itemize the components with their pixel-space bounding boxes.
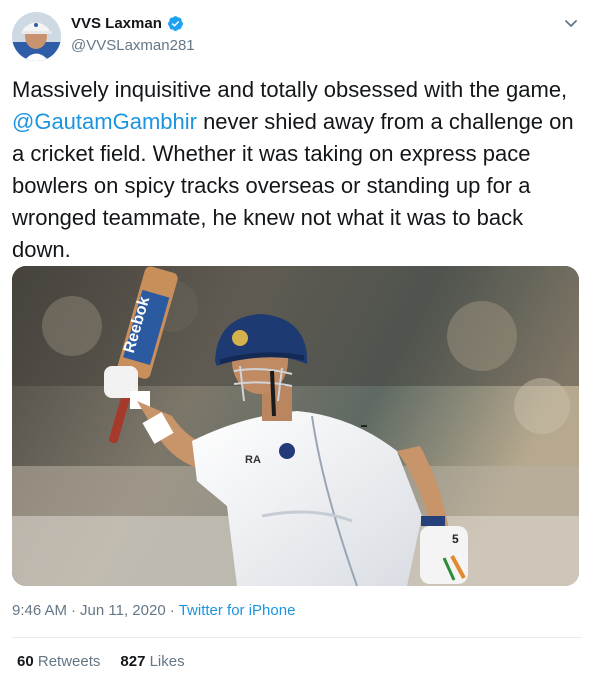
tweet-meta: 9:46 AM · Jun 11, 2020 · Twitter for iPh… bbox=[12, 602, 295, 619]
retweets-label: Retweets bbox=[37, 653, 101, 670]
tweet-text: Massively inquisitive and totally obsess… bbox=[12, 74, 584, 266]
likes-count: 827 bbox=[120, 653, 146, 670]
tweet-source[interactable]: Twitter for iPhone bbox=[179, 602, 296, 619]
tweet-time[interactable]: 9:46 AM bbox=[12, 602, 67, 619]
author-block[interactable]: VVS Laxman @VVSLaxman281 bbox=[71, 15, 195, 54]
chevron-down-icon[interactable] bbox=[562, 14, 580, 32]
display-name[interactable]: VVS Laxman bbox=[71, 15, 162, 32]
divider bbox=[12, 637, 582, 638]
retweets-stat[interactable]: 60 Retweets bbox=[17, 653, 100, 670]
meta-separator: · bbox=[71, 602, 77, 619]
glove-number: 5 bbox=[452, 532, 459, 546]
avatar[interactable] bbox=[12, 12, 61, 61]
tweet-photo[interactable]: Reebok RA 5 bbox=[12, 266, 579, 586]
likes-label: Likes bbox=[149, 653, 185, 670]
likes-stat[interactable]: 827 Likes bbox=[120, 653, 184, 670]
mention-link[interactable]: @GautamGambhir bbox=[12, 109, 197, 134]
tweet-date[interactable]: Jun 11, 2020 bbox=[80, 602, 166, 619]
retweets-count: 60 bbox=[17, 653, 34, 670]
verified-badge-icon bbox=[167, 15, 184, 32]
svg-text:RA: RA bbox=[245, 454, 261, 466]
handle[interactable]: @VVSLaxman281 bbox=[71, 37, 195, 54]
tweet-stats: 60 Retweets 827 Likes bbox=[17, 653, 185, 670]
meta-separator: · bbox=[169, 602, 175, 619]
tweet-text-part-1: Massively inquisitive and totally obsess… bbox=[12, 77, 568, 102]
